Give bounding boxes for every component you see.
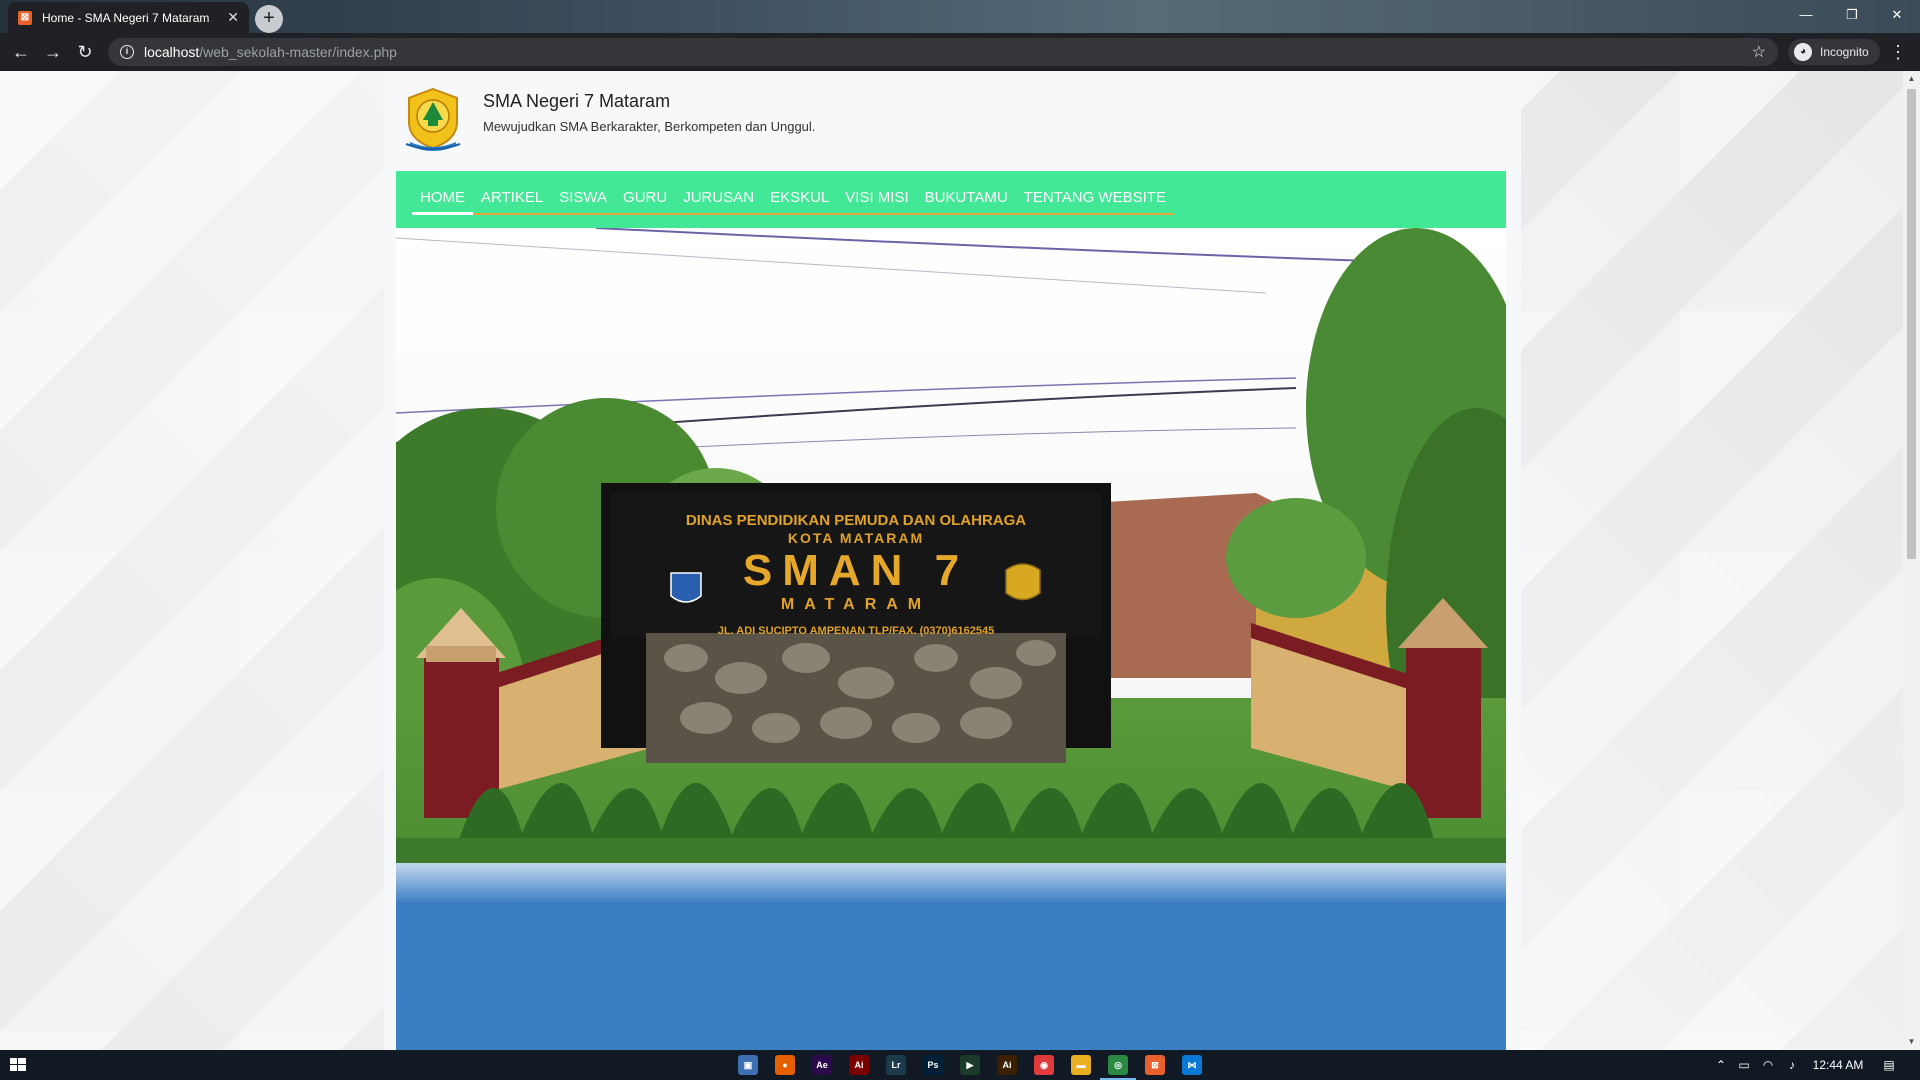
- sign-address: JL. ADI SUCIPTO AMPENAN TLP/FAX. (0370)6…: [718, 625, 995, 637]
- windows-taskbar: ▣ ● Ae Ai Lr Ps ▶ Ai ◉ ▬ ◎ ⊠ ⋈ ⌃ ▭ ◠ ♪ 12:44 AM ▤: [0, 1050, 1920, 1080]
- sign-line1: DINAS PENDIDIKAN PEMUDA DAN OLAHRAGA: [686, 512, 1026, 529]
- xampp-favicon-icon: ⊠: [18, 10, 32, 25]
- new-tab-button[interactable]: +: [255, 5, 283, 33]
- volume-icon[interactable]: ♪: [1782, 1050, 1802, 1080]
- chrome-icon[interactable]: ◎: [1100, 1055, 1136, 1080]
- hero-image: DINAS PENDIDIKAN PEMUDA DAN OLAHRAGA KOT…: [396, 228, 1506, 1050]
- reload-icon[interactable]: ↻: [72, 39, 98, 65]
- sign-line2: KOTA MATARAM: [788, 530, 924, 546]
- city-emblem-icon: [670, 572, 702, 603]
- close-window-button[interactable]: ✕: [1874, 0, 1920, 30]
- media-encoder-icon[interactable]: ▶: [960, 1055, 980, 1075]
- photoshop-icon[interactable]: Ps: [923, 1055, 943, 1075]
- forward-arrow-icon[interactable]: →: [40, 39, 66, 65]
- nav-item-jurusan[interactable]: JURUSAN: [675, 179, 762, 215]
- firefox-icon[interactable]: ●: [775, 1055, 795, 1075]
- browser-toolbar: ← → ↻ i localhost/web_sekolah-master/ind…: [0, 33, 1920, 71]
- browser-tabstrip: ⊠ Home - SMA Negeri 7 Mataram ✕ + — ❐ ✕: [0, 0, 1920, 33]
- bookmark-star-icon[interactable]: ☆: [1752, 42, 1766, 62]
- url-path: /web_sekolah-master/index.php: [199, 44, 397, 60]
- page-scrollbar[interactable]: ▲ ▼: [1903, 71, 1920, 1050]
- acrobat-icon[interactable]: Ai: [849, 1055, 869, 1075]
- minimize-button[interactable]: —: [1783, 0, 1829, 30]
- after-effects-icon[interactable]: Ae: [812, 1055, 832, 1075]
- tab-title: Home - SMA Negeri 7 Mataram: [42, 10, 210, 25]
- sign-city: MATARAM: [781, 596, 931, 613]
- virtualbox-icon[interactable]: ▣: [738, 1055, 758, 1075]
- page-container: SMA Negeri 7 Mataram Mewujudkan SMA Berk…: [384, 71, 1521, 1050]
- site-title[interactable]: SMA Negeri 7 Mataram: [483, 91, 670, 112]
- incognito-icon: ◕: [1794, 43, 1812, 61]
- nav-item-ekskul[interactable]: EKSKUL: [762, 179, 837, 215]
- file-explorer-icon[interactable]: ▬: [1071, 1055, 1091, 1075]
- illustrator-icon[interactable]: Ai: [997, 1055, 1017, 1075]
- back-arrow-icon[interactable]: ←: [8, 39, 34, 65]
- nav-item-siswa[interactable]: SISWA: [551, 179, 615, 215]
- nav-item-visi-misi[interactable]: VISI MISI: [837, 179, 916, 215]
- nav-item-tentang-website[interactable]: TENTANG WEBSITE: [1016, 179, 1174, 215]
- wifi-icon[interactable]: ◠: [1758, 1050, 1778, 1080]
- incognito-profile-button[interactable]: ◕ Incognito: [1788, 39, 1880, 65]
- url-host: localhost: [144, 44, 200, 60]
- notifications-icon[interactable]: ▤: [1876, 1050, 1902, 1080]
- windows-start-icon[interactable]: [0, 1050, 36, 1080]
- address-bar[interactable]: i localhost/web_sekolah-master/index.php…: [108, 38, 1778, 66]
- school-sign-photo: DINAS PENDIDIKAN PEMUDA DAN OLAHRAGA KOT…: [396, 228, 1506, 1050]
- screen-recorder-icon[interactable]: ◉: [1034, 1055, 1054, 1075]
- incognito-label: Incognito: [1820, 45, 1869, 59]
- site-header: SMA Negeri 7 Mataram Mewujudkan SMA Berk…: [384, 71, 1521, 171]
- nav-item-guru[interactable]: GURU: [615, 179, 675, 215]
- scroll-up-icon[interactable]: ▲: [1903, 71, 1920, 87]
- school-emblem-icon: [1005, 563, 1041, 601]
- lightroom-icon[interactable]: Lr: [886, 1055, 906, 1075]
- tab-close-icon[interactable]: ✕: [227, 9, 239, 26]
- main-navbar: HOME ARTIKEL SISWA GURU JURUSAN EKSKUL V…: [396, 171, 1506, 228]
- nav-item-artikel[interactable]: ARTIKEL: [473, 179, 551, 215]
- tab-home[interactable]: ⊠ Home - SMA Negeri 7 Mataram ✕: [8, 2, 249, 33]
- scroll-down-icon[interactable]: ▼: [1903, 1034, 1920, 1050]
- tray-chevron-icon[interactable]: ⌃: [1712, 1050, 1730, 1080]
- xampp-icon[interactable]: ⊠: [1145, 1055, 1165, 1075]
- nav-item-home[interactable]: HOME: [412, 179, 473, 215]
- page-viewport: SMA Negeri 7 Mataram Mewujudkan SMA Berk…: [0, 71, 1903, 1050]
- nav-item-bukutamu[interactable]: BUKUTAMU: [917, 179, 1016, 215]
- nav-menu: HOME ARTIKEL SISWA GURU JURUSAN EKSKUL V…: [412, 179, 1174, 215]
- sign-main: SMAN 7: [743, 546, 969, 595]
- site-tagline: Mewujudkan SMA Berkarakter, Berkompeten …: [483, 119, 816, 134]
- menu-kebab-icon[interactable]: ⋮: [1886, 39, 1910, 65]
- clock[interactable]: 12:44 AM: [1806, 1050, 1870, 1080]
- scrollbar-thumb[interactable]: [1907, 89, 1916, 559]
- school-logo-icon[interactable]: [402, 86, 464, 152]
- tray-device-icon[interactable]: ▭: [1734, 1050, 1754, 1080]
- maximize-button[interactable]: ❐: [1829, 0, 1875, 30]
- site-info-icon[interactable]: i: [120, 45, 134, 59]
- vscode-icon[interactable]: ⋈: [1182, 1055, 1202, 1075]
